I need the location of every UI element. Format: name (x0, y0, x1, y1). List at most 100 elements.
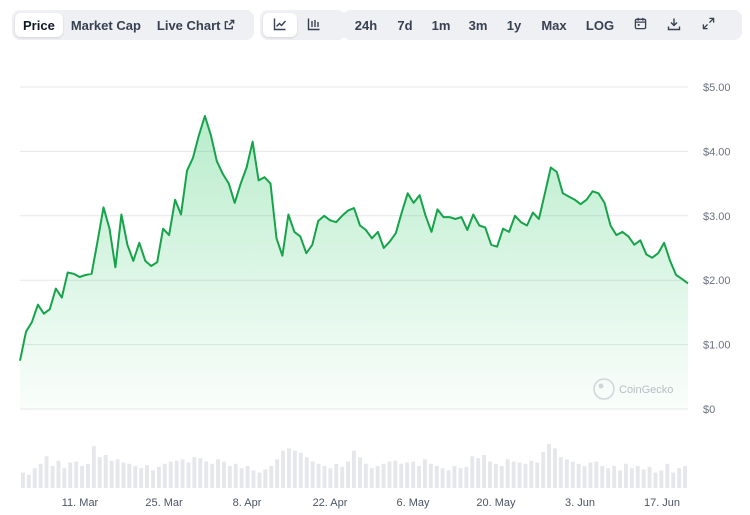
volume-bar (204, 461, 209, 488)
volume-bar (145, 465, 149, 488)
volume-bar (411, 461, 416, 488)
volume-bar (334, 463, 339, 488)
volume-bar (635, 466, 640, 488)
y-axis-labels: $0 $1.00 $2.00 $3.00 $4.00 $5.00 (703, 82, 731, 416)
volume-bar (493, 463, 498, 488)
volume-bar (375, 466, 380, 488)
volume-bar (44, 456, 49, 488)
volume-bar (612, 466, 617, 488)
volume-bar (606, 468, 611, 488)
volume-bar (310, 461, 315, 488)
volume-bar (641, 469, 646, 488)
x-axis-labels: 11. Mar 25. Mar 8. Apr 22. Apr 6. May 20. May… (62, 497, 680, 509)
x-tick-label: 3. Jun (565, 497, 595, 509)
volume-bar (647, 466, 652, 488)
volume-bar (470, 456, 475, 488)
volume-bar (97, 457, 102, 488)
watermark-text: CoinGecko (619, 384, 673, 396)
volume-bar (281, 450, 285, 488)
volume-bar (127, 463, 132, 488)
volume-bar (210, 463, 215, 488)
volume-bar (594, 461, 599, 488)
volume-bar (482, 455, 486, 488)
volume-bar (458, 468, 463, 488)
volume-bar (399, 463, 404, 488)
volume-bar (405, 462, 410, 488)
volume-bars (21, 444, 687, 488)
volume-bar (239, 468, 244, 488)
y-tick-label: $3.00 (703, 211, 731, 223)
coingecko-logo-eye (598, 383, 604, 389)
volume-bar (428, 463, 433, 488)
volume-bar (352, 450, 356, 488)
volume-bar (198, 458, 203, 488)
volume-bar (523, 463, 528, 488)
volume-bar (677, 468, 682, 488)
y-tick-label: $5.00 (703, 82, 731, 94)
volume-bar (547, 444, 551, 488)
price-area-fill (20, 116, 688, 409)
volume-bar (582, 466, 587, 488)
volume-bar (157, 466, 161, 488)
x-tick-label: 22. Apr (313, 497, 348, 509)
volume-bar (446, 470, 451, 488)
volume-bar (517, 462, 522, 488)
volume-bar (74, 461, 79, 488)
volume-bar (38, 463, 43, 488)
volume-bar (600, 466, 605, 488)
volume-bar (251, 470, 256, 488)
volume-bar (21, 472, 25, 488)
volume-bar (56, 460, 61, 488)
volume-bar (393, 460, 398, 488)
volume-bar (168, 461, 173, 488)
volume-bar (363, 463, 368, 488)
volume-bar (683, 466, 687, 488)
volume-bar (180, 459, 185, 488)
y-tick-label: $0 (703, 404, 715, 416)
volume-bar (287, 448, 291, 488)
volume-bar (316, 463, 321, 488)
volume-bar (80, 466, 84, 488)
volume-bar (423, 459, 427, 488)
volume-bar (452, 466, 457, 488)
volume-bar (227, 466, 232, 488)
volume-bar (564, 459, 569, 488)
price-chart[interactable]: $0 $1.00 $2.00 $3.00 $4.00 $5.00 11. Mar 25. M… (0, 0, 750, 515)
volume-bar (558, 457, 563, 488)
volume-bar (62, 468, 67, 488)
volume-bar (86, 463, 90, 488)
volume-bar (553, 448, 557, 488)
volume-bar (121, 462, 126, 488)
volume-bar (464, 466, 469, 488)
volume-bar (162, 463, 167, 488)
volume-bar (186, 462, 191, 488)
volume-bar (216, 459, 220, 488)
x-tick-label: 11. Mar (62, 497, 99, 509)
volume-bar (32, 468, 37, 488)
volume-bar (91, 446, 96, 488)
volume-bar (358, 457, 362, 488)
volume-bar (304, 457, 309, 488)
volume-bar (369, 468, 374, 488)
volume-bar (109, 460, 114, 488)
volume-bar (103, 455, 108, 488)
volume-bar (233, 463, 238, 488)
volume-bar (671, 472, 676, 488)
volume-bar (322, 466, 327, 488)
volume-bar (133, 466, 138, 488)
volume-bar (68, 462, 73, 488)
x-tick-label: 17. Jun (644, 497, 680, 509)
volume-bar (192, 457, 197, 488)
volume-bar (624, 463, 628, 488)
volume-bar (629, 468, 634, 488)
volume-bar (576, 463, 581, 488)
volume-bar (26, 474, 31, 488)
volume-bar (292, 450, 297, 488)
volume-bar (665, 463, 670, 488)
volume-bar (263, 469, 268, 488)
volume-bar (588, 462, 593, 488)
volume-bar (618, 470, 622, 488)
volume-bar (476, 458, 481, 488)
y-tick-label: $2.00 (703, 275, 731, 287)
volume-bar (50, 466, 55, 488)
